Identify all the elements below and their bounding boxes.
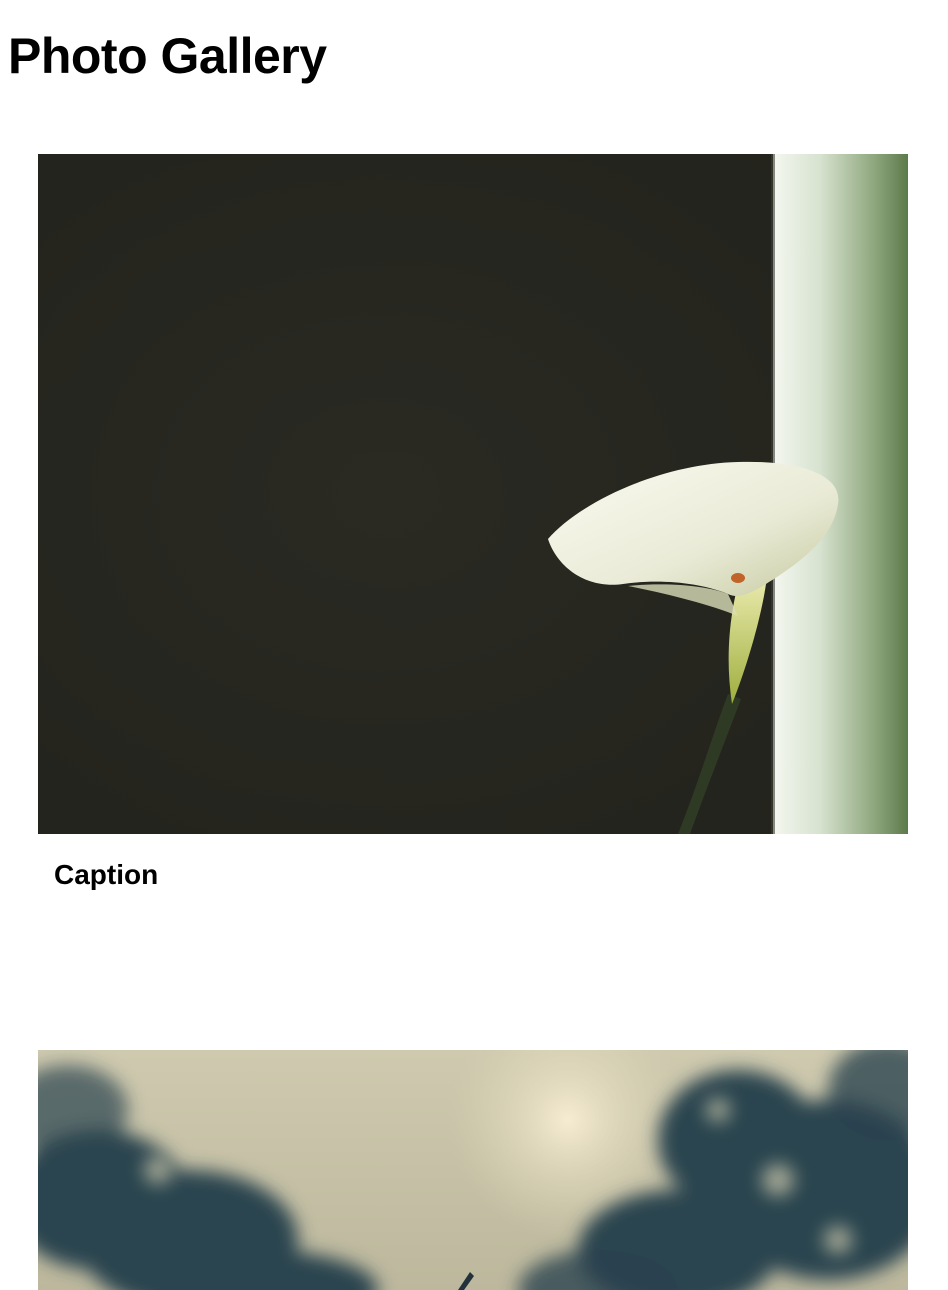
- calla-lily-photo[interactable]: [38, 154, 908, 834]
- photo-caption: Caption: [54, 859, 159, 890]
- gallery-item: Caption: [38, 154, 908, 892]
- trees-sky-image: [38, 1050, 908, 1290]
- gallery-item: [38, 1050, 908, 1290]
- calla-lily-image: [38, 154, 908, 834]
- blurred-trees-sky-photo[interactable]: [38, 1050, 908, 1290]
- page-title: Photo Gallery: [8, 28, 327, 84]
